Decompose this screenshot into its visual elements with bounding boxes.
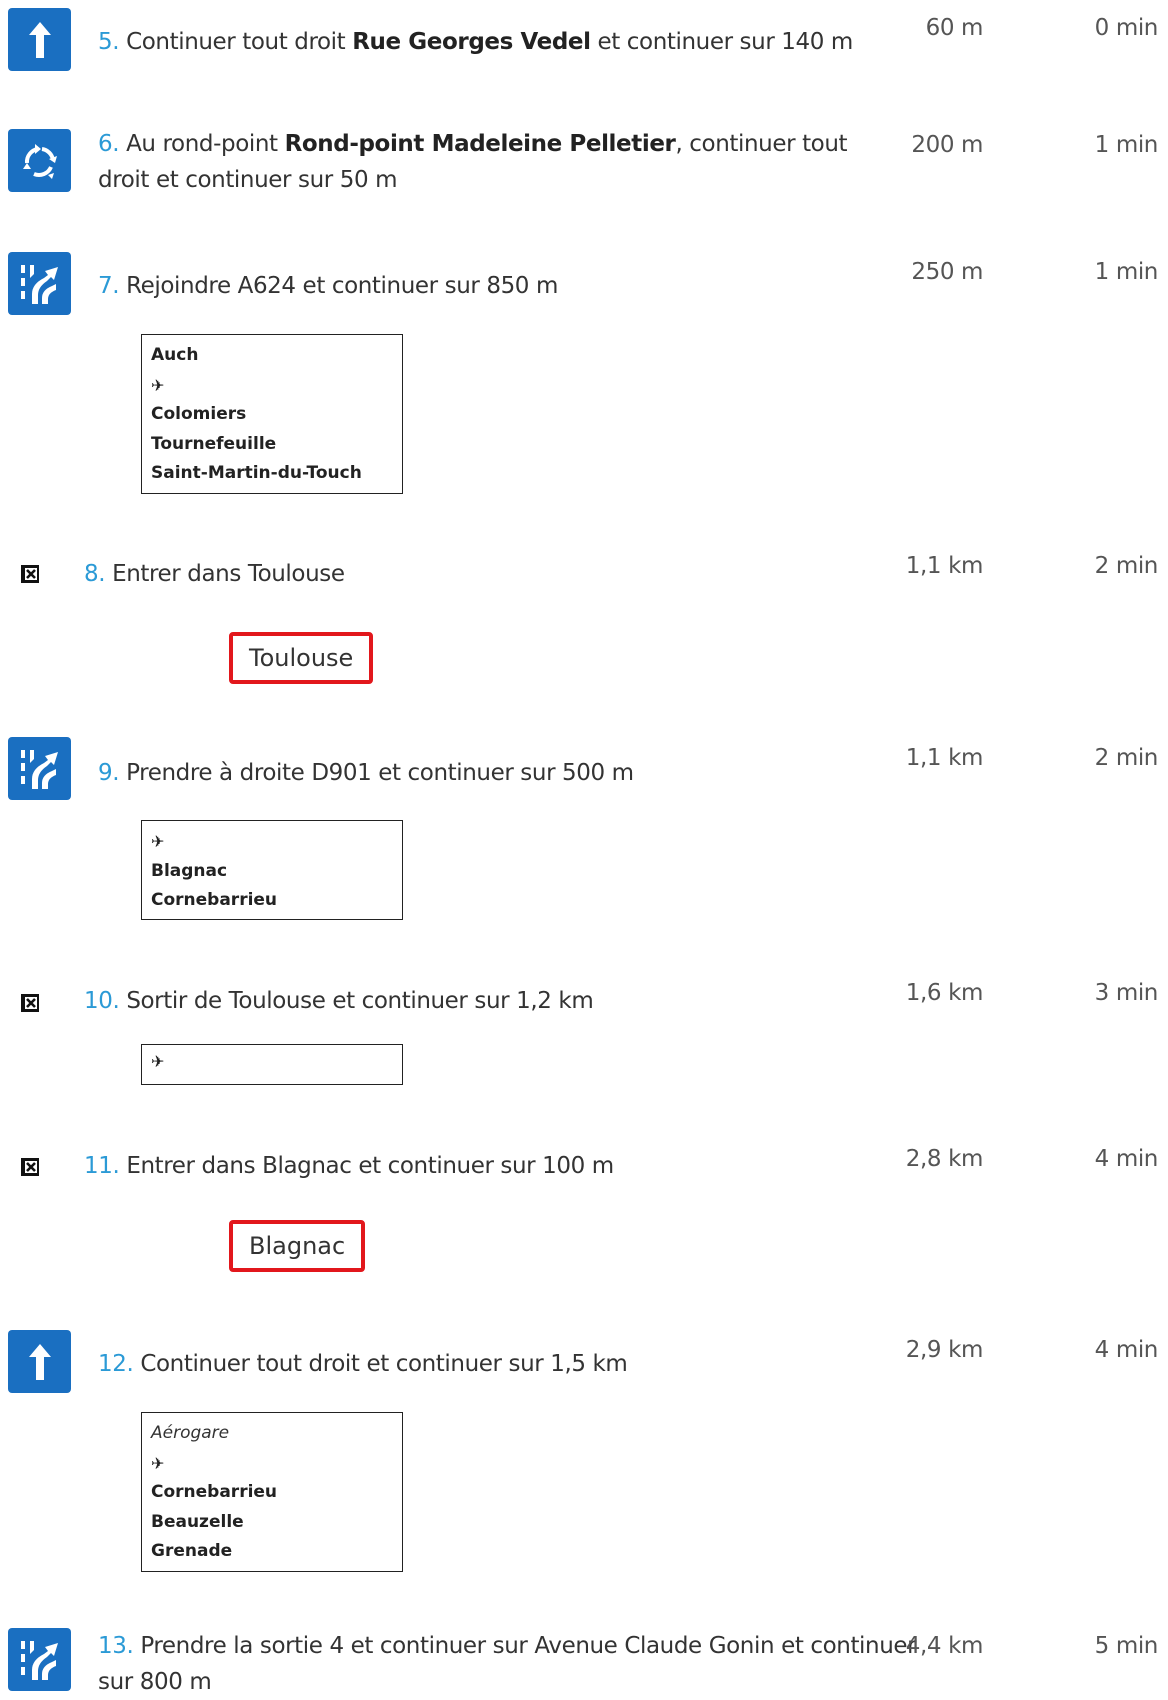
- sign-destination: Saint-Martin-du-Touch: [151, 463, 362, 483]
- step-time: 2 min: [1094, 553, 1159, 579]
- city-sign: Toulouse: [229, 632, 374, 684]
- sign-destination: Tournefeuille: [151, 433, 277, 454]
- step-distance: 1,1 km: [905, 745, 984, 771]
- straight-arrow-icon: [8, 1330, 71, 1393]
- step-instruction: 5. Continuer tout droit Rue Georges Vede…: [98, 29, 853, 55]
- airplane-icon: ✈: [151, 1453, 165, 1473]
- sign-destination: Blagnac: [151, 860, 228, 881]
- step-instruction: 8. Entrer dans Toulouse: [84, 561, 345, 587]
- step-instruction: 11. Entrer dans Blagnac et continuer sur…: [84, 1153, 614, 1179]
- step-time: 4 min: [1094, 1146, 1159, 1172]
- step-distance: 2,9 km: [905, 1337, 984, 1363]
- step-instruction: 6. Au rond-point Rond-point Madeleine Pe…: [98, 131, 848, 193]
- merge-lane-icon: [8, 1628, 71, 1691]
- merge-lane-icon: [8, 737, 71, 800]
- step-time: 2 min: [1094, 745, 1159, 771]
- city-exit-icon: [21, 994, 39, 1012]
- step-instruction: 7. Rejoindre A624 et continuer sur 850 m: [98, 273, 558, 299]
- step-instruction: 10. Sortir de Toulouse et continuer sur …: [84, 988, 594, 1014]
- city-sign: Blagnac: [229, 1220, 366, 1272]
- direction-sign: ✈: [141, 1044, 403, 1085]
- sign-destination: Cornebarrieu: [151, 1482, 278, 1502]
- direction-sign: Aérogare ✈ Cornebarrieu Beauzelle Grenad…: [141, 1412, 403, 1572]
- sign-destination: Auch: [151, 345, 199, 365]
- step-distance: 250 m: [911, 259, 983, 285]
- step-distance: 1,6 km: [905, 980, 984, 1006]
- step-time: 3 min: [1094, 980, 1159, 1006]
- step-distance: 60 m: [925, 15, 984, 41]
- city-entry-icon: [21, 1158, 39, 1176]
- sign-destination: Colomiers: [151, 404, 247, 424]
- city-entry-icon: [21, 565, 39, 583]
- sign-destination: Beauzelle: [151, 1511, 244, 1532]
- straight-arrow-icon: [8, 8, 71, 71]
- step-distance: 2,8 km: [905, 1146, 984, 1172]
- sign-destination: Aérogare: [151, 1423, 230, 1443]
- step-distance: 4,4 km: [905, 1633, 984, 1659]
- sign-destination: Grenade: [151, 1541, 233, 1561]
- roundabout-icon: [8, 129, 71, 192]
- merge-lane-icon: [8, 252, 71, 315]
- airplane-icon: ✈: [151, 375, 165, 395]
- step-instruction: 9. Prendre à droite D901 et continuer su…: [98, 760, 634, 786]
- sign-destination: Cornebarrieu: [151, 890, 278, 910]
- step-time: 5 min: [1094, 1633, 1159, 1659]
- step-instruction: 13. Prendre la sortie 4 et continuer sur…: [98, 1633, 917, 1695]
- step-time: 4 min: [1094, 1337, 1159, 1363]
- direction-sign: Auch ✈ Colomiers Tournefeuille Saint-Mar…: [141, 334, 403, 494]
- airplane-icon: ✈: [151, 1052, 165, 1071]
- step-time: 0 min: [1094, 15, 1159, 41]
- step-distance: 1,1 km: [905, 553, 984, 579]
- step-instruction: 12. Continuer tout droit et continuer su…: [98, 1351, 628, 1377]
- step-time: 1 min: [1094, 132, 1159, 158]
- direction-sign: ✈ Blagnac Cornebarrieu: [141, 820, 403, 920]
- step-distance: 200 m: [911, 132, 983, 158]
- airplane-icon: ✈: [151, 832, 165, 851]
- step-time: 1 min: [1094, 259, 1159, 285]
